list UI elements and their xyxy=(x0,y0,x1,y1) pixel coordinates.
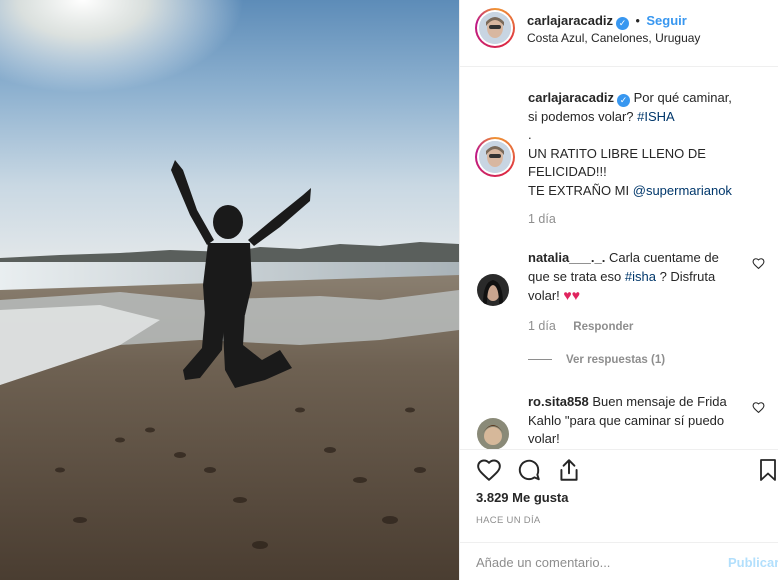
likes-count[interactable]: 3.829 Me gusta xyxy=(476,490,569,505)
post-location[interactable]: Costa Azul, Canelones, Uruguay xyxy=(527,31,700,45)
caption-dot: . xyxy=(528,127,532,142)
author-avatar[interactable] xyxy=(475,8,515,48)
caption-author-avatar[interactable] xyxy=(475,137,515,177)
commenter-avatar[interactable] xyxy=(477,418,509,449)
commenter-avatar[interactable] xyxy=(477,274,509,306)
caption-mention[interactable]: @supermarianok xyxy=(633,183,732,198)
comment-1: natalia___._. Carla cuentame de que se t… xyxy=(528,249,743,306)
caption-time[interactable]: 1 día xyxy=(528,212,556,226)
comment-1-like-heart-icon[interactable] xyxy=(752,257,765,270)
view-replies-label: Ver respuestas (1) xyxy=(566,354,666,366)
heart-icon[interactable] xyxy=(476,457,502,483)
bookmark-icon[interactable] xyxy=(756,457,778,483)
comment-1-time[interactable]: 1 día xyxy=(528,319,556,333)
publish-button[interactable]: Publicar xyxy=(728,555,778,570)
verified-badge-icon: ✓ xyxy=(616,17,630,30)
avatar-image xyxy=(477,274,509,306)
avatar-image xyxy=(477,418,509,449)
avatar-image xyxy=(479,12,511,44)
post-caption: carlajaracadiz ✓ Por qué caminar, si pode… xyxy=(528,89,743,200)
comment-2: ro.sita858 Buen mensaje de Frida Kahlo "… xyxy=(528,393,743,449)
instagram-post: carlajaracadiz ✓ • Seguir Costa Azul, Can… xyxy=(0,0,778,580)
comments-section[interactable]: carlajaracadiz ✓ Por qué caminar, si pode… xyxy=(460,67,778,449)
share-icon[interactable] xyxy=(556,457,582,483)
author-username[interactable]: carlajaracadiz xyxy=(527,13,613,28)
post-time-ago[interactable]: HACE UN DÍA xyxy=(476,515,541,526)
heart-emoji: ♥♥ xyxy=(563,287,581,303)
comment-2-like-heart-icon[interactable] xyxy=(752,401,765,414)
post-photo[interactable] xyxy=(0,0,459,580)
post-side-panel: carlajaracadiz ✓ • Seguir Costa Azul, Can… xyxy=(459,0,778,580)
beach-jump-photo xyxy=(0,0,459,580)
caption-line3: TE EXTRAÑO MI xyxy=(528,182,630,198)
comment-2-username[interactable]: ro.sita858 xyxy=(528,394,589,409)
header-title-row: carlajaracadiz ✓ • Seguir xyxy=(527,13,687,30)
reply-button[interactable]: Responder xyxy=(573,321,633,333)
caption-hashtag[interactable]: #ISHA xyxy=(637,109,675,124)
avatar-image xyxy=(479,141,511,173)
header-dot-separator: • xyxy=(635,14,640,28)
view-replies-button[interactable]: Ver respuestas (1) xyxy=(528,354,665,366)
comment-1-username[interactable]: natalia___._. xyxy=(528,250,605,265)
comment-1-hashtag[interactable]: #isha xyxy=(625,269,656,284)
post-actions: 3.829 Me gusta HACE UN DÍA Añade un come… xyxy=(460,449,778,580)
caption-username[interactable]: carlajaracadiz xyxy=(528,90,614,105)
verified-badge-icon: ✓ xyxy=(617,94,631,107)
caption-line2: UN RATITO LIBRE LLENO DE FELICIDAD!!! xyxy=(528,145,706,180)
comment-1-meta: 1 día Responder xyxy=(528,319,633,333)
view-replies-divider xyxy=(528,359,552,361)
comment-icon[interactable] xyxy=(516,457,542,483)
add-comment-form: Añade un comentario... Publicar xyxy=(460,542,778,581)
follow-button[interactable]: Seguir xyxy=(646,13,686,28)
post-header: carlajaracadiz ✓ • Seguir Costa Azul, Can… xyxy=(460,0,778,67)
comment-input[interactable]: Añade un comentario... xyxy=(476,555,610,570)
